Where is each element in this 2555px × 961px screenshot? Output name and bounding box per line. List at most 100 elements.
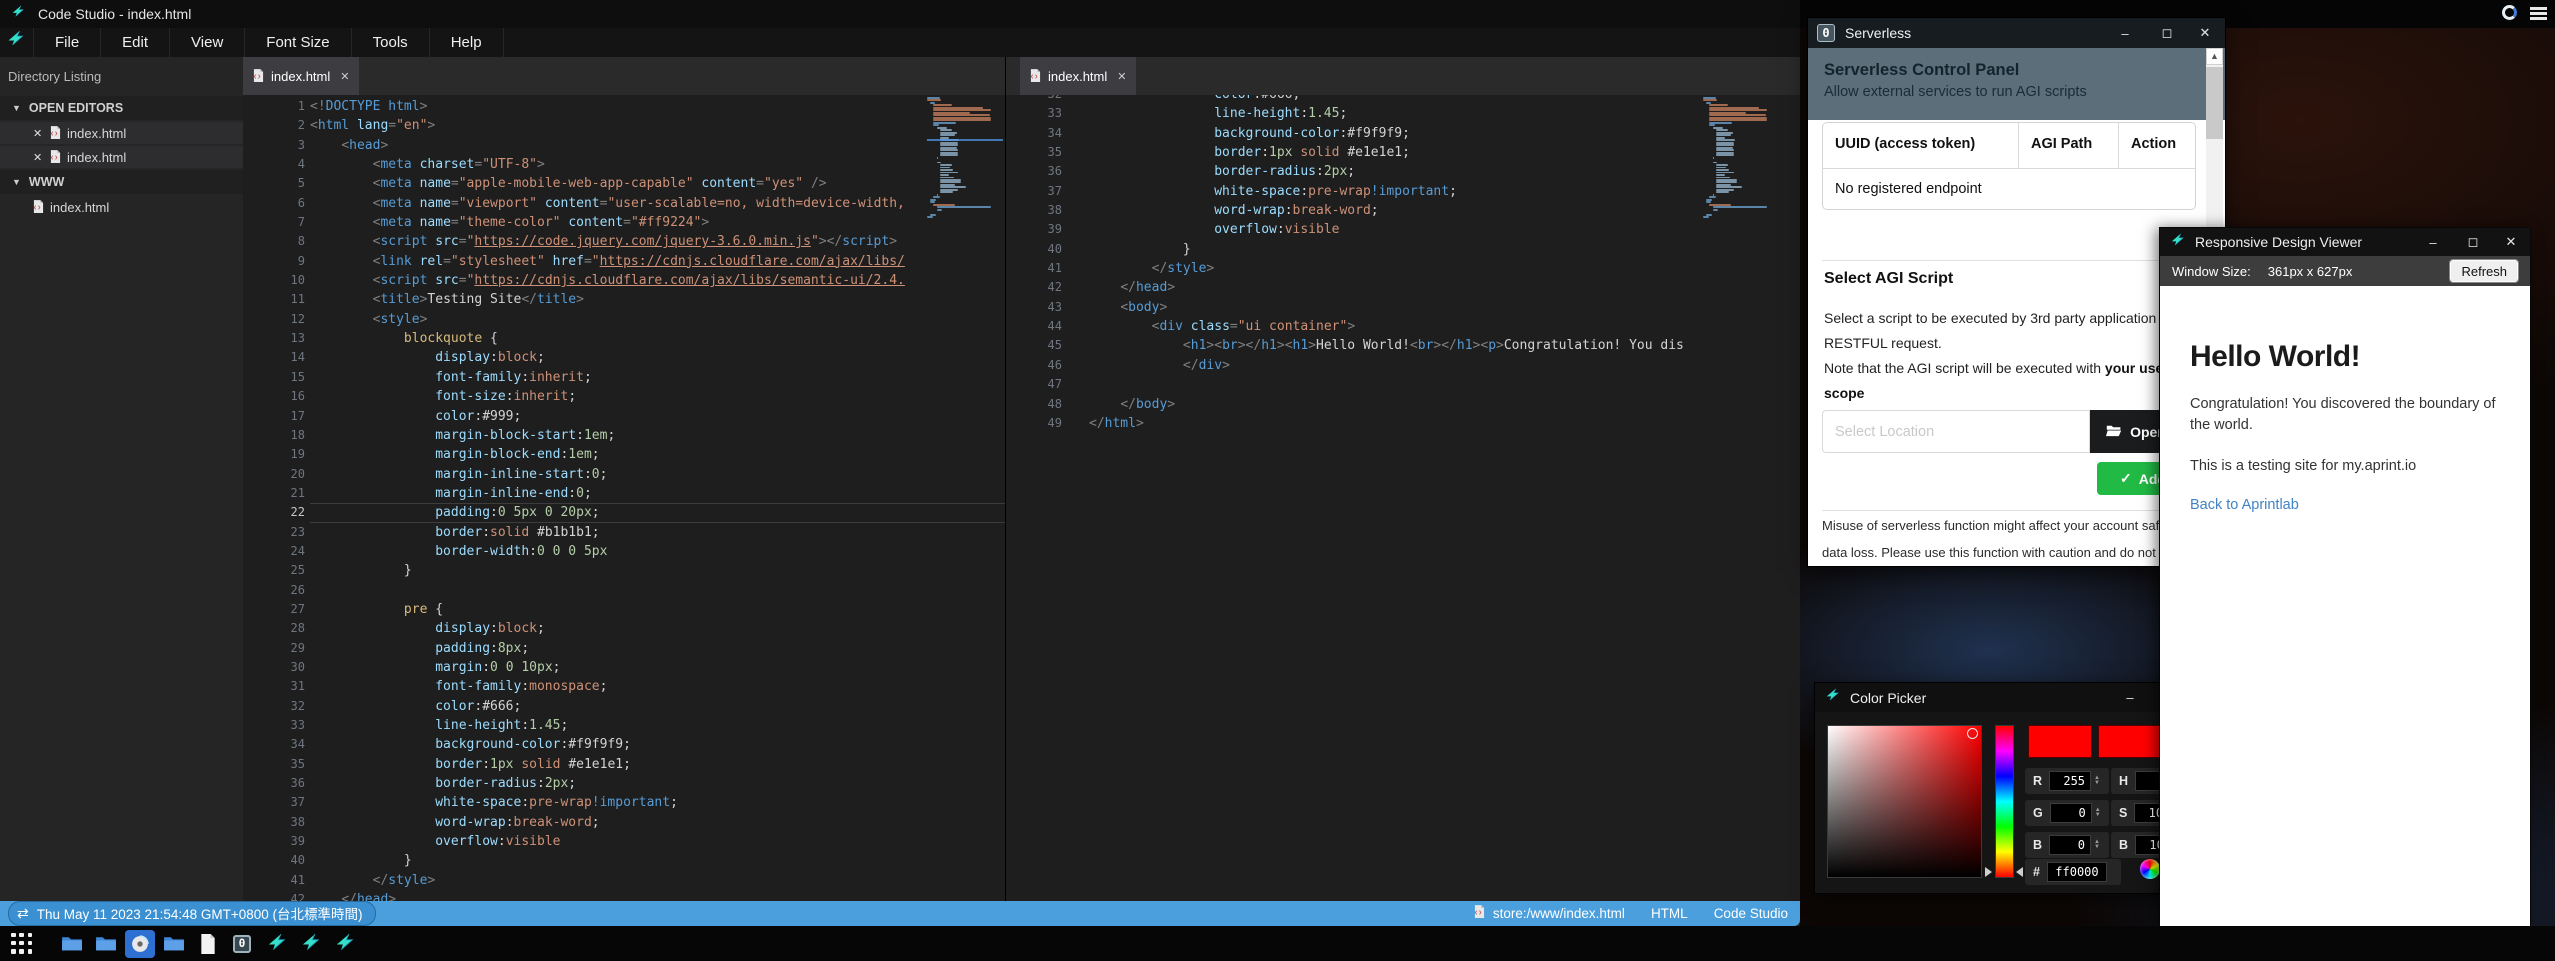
code-line[interactable]: margin-block-end:1em;: [310, 445, 1005, 464]
code-line[interactable]: overflow:visible: [310, 832, 1005, 851]
code-line[interactable]: <html lang="en">: [310, 116, 1005, 135]
code-line[interactable]: border-radius:2px;: [310, 774, 1005, 793]
code-line[interactable]: border:1px solid #e1e1e1;: [310, 755, 1005, 774]
code-line[interactable]: margin:0 0 10px;: [310, 658, 1005, 677]
code-line[interactable]: [1089, 375, 1800, 394]
editor-pane-2[interactable]: 323334353637383940414243444546474849 col…: [1006, 95, 1800, 901]
tab-index-html[interactable]: index.html ✕: [1020, 57, 1136, 95]
code-line[interactable]: font-family:inherit;: [310, 368, 1005, 387]
code-line[interactable]: line-height:1.45;: [1089, 104, 1800, 123]
code-line[interactable]: <meta name="viewport" content="user-scal…: [310, 194, 1005, 213]
close-icon[interactable]: ✕: [33, 151, 47, 164]
code-line[interactable]: </body>: [1089, 395, 1800, 414]
code-line[interactable]: <title>Testing Site</title>: [310, 290, 1005, 309]
code-line[interactable]: margin-inline-end:0;: [310, 484, 1005, 503]
code-line[interactable]: font-size:inherit;: [310, 387, 1005, 406]
code-line[interactable]: </html>: [1089, 414, 1800, 433]
taskbar-code-studio-icon[interactable]: [329, 930, 359, 958]
taskbar-disc-icon[interactable]: [125, 930, 155, 958]
hamburger-menu-icon[interactable]: [2530, 7, 2547, 20]
code-line[interactable]: <!DOCTYPE html>: [310, 97, 1005, 116]
menu-view[interactable]: View: [170, 28, 245, 57]
app-launcher-grid-icon[interactable]: [11, 933, 33, 955]
code-line[interactable]: <meta name="theme-color" content="#ff922…: [310, 213, 1005, 232]
code-line[interactable]: border:solid #b1b1b1;: [310, 523, 1005, 542]
code-line[interactable]: border-radius:2px;: [1089, 162, 1800, 181]
value-input[interactable]: 0: [2049, 835, 2091, 855]
sidebar-item-index.html[interactable]: ✕index.html: [0, 146, 243, 168]
hue-slider[interactable]: [1995, 725, 2014, 878]
minimap[interactable]: [927, 97, 1003, 219]
code-line[interactable]: display:block;: [310, 619, 1005, 638]
sidebar-item-index.html[interactable]: ✕index.html: [0, 122, 243, 144]
code-line[interactable]: blockquote {: [310, 329, 1005, 348]
code-line[interactable]: <div class="ui container">: [1089, 317, 1800, 336]
status-file-type[interactable]: HTML: [1651, 906, 1688, 921]
taskbar-code-studio-icon[interactable]: [295, 930, 325, 958]
refresh-button[interactable]: Refresh: [2450, 260, 2518, 282]
code-line[interactable]: <h1><br></h1><h1>Hello World!<br></h1><p…: [1089, 336, 1800, 355]
code-line[interactable]: }: [310, 561, 1005, 580]
code-line[interactable]: background-color:#f9f9f9;: [1089, 124, 1800, 143]
taskbar-code-studio-icon[interactable]: [261, 930, 291, 958]
hex-input[interactable]: ff0000: [2047, 862, 2107, 882]
code-line[interactable]: <head>: [310, 136, 1005, 155]
code-line[interactable]: [310, 581, 1005, 600]
value-input[interactable]: 255: [2049, 771, 2091, 791]
minimize-button[interactable]: –: [2110, 18, 2140, 48]
code-line[interactable]: <script src="https://code.jquery.com/jqu…: [310, 232, 1005, 251]
minimap[interactable]: [1703, 97, 1785, 219]
status-app-name[interactable]: Code Studio: [1714, 906, 1788, 921]
code-line[interactable]: <style>: [310, 310, 1005, 329]
taskbar-folder-icon[interactable]: [91, 930, 121, 958]
code-line[interactable]: word-wrap:break-word;: [310, 813, 1005, 832]
code-line[interactable]: white-space:pre-wrap!important;: [1089, 182, 1800, 201]
menu-help[interactable]: Help: [430, 28, 504, 57]
code-line[interactable]: padding:0 5px 0 20px;: [310, 503, 1005, 522]
code-line[interactable]: </head>: [1089, 278, 1800, 297]
code-line[interactable]: </style>: [310, 871, 1005, 890]
menu-font-size[interactable]: Font Size: [245, 28, 351, 57]
code-line[interactable]: <script src="https://cdnjs.cloudflare.co…: [310, 271, 1005, 290]
code-line[interactable]: border:1px solid #e1e1e1;: [1089, 143, 1800, 162]
menu-file[interactable]: File: [33, 28, 101, 57]
tab-index-html[interactable]: index.html ✕: [243, 57, 359, 95]
scroll-thumb[interactable]: [2206, 67, 2223, 139]
maximize-button[interactable]: ◻: [2458, 228, 2488, 256]
code-line[interactable]: display:block;: [310, 348, 1005, 367]
tab-close-icon[interactable]: ✕: [340, 70, 349, 83]
sidebar-section-www[interactable]: ▼WWW: [0, 170, 243, 194]
minimize-button[interactable]: –: [2115, 683, 2145, 712]
code-line[interactable]: <meta name="apple-mobile-web-app-capable…: [310, 174, 1005, 193]
status-datetime[interactable]: ⇄ Thu May 11 2023 21:54:48 GMT+0800 (台北標…: [8, 901, 376, 926]
code-line[interactable]: <body>: [1089, 298, 1800, 317]
code-line[interactable]: margin-inline-start:0;: [310, 465, 1005, 484]
code-line[interactable]: color:#666;: [310, 697, 1005, 716]
sidebar-item-index.html[interactable]: ✕index.html: [0, 196, 243, 218]
code-line[interactable]: pre {: [310, 600, 1005, 619]
hue-arrow-icon[interactable]: [2016, 867, 2023, 877]
code-line[interactable]: <meta charset="UTF-8">: [310, 155, 1005, 174]
code-line[interactable]: </style>: [1089, 259, 1800, 278]
editor-pane-1[interactable]: 1234567891011121314151617181920212223242…: [243, 95, 1005, 901]
code-line[interactable]: </head>: [310, 890, 1005, 901]
taskbar-document-icon[interactable]: [193, 930, 223, 958]
select-location-input[interactable]: [1822, 410, 2090, 453]
code-line[interactable]: color:#666;: [1089, 95, 1800, 104]
code-line[interactable]: word-wrap:break-word;: [1089, 201, 1800, 220]
code-line[interactable]: color:#999;: [310, 407, 1005, 426]
stepper-icon[interactable]: ▲▼: [2095, 808, 2101, 818]
back-link[interactable]: Back to Aprintlab: [2190, 497, 2500, 513]
close-button[interactable]: ✕: [2496, 228, 2526, 256]
code-line[interactable]: white-space:pre-wrap!important;: [310, 793, 1005, 812]
code-line[interactable]: </div>: [1089, 356, 1800, 375]
stepper-icon[interactable]: ▲▼: [2094, 840, 2100, 850]
taskbar-serverless-icon[interactable]: 0: [227, 930, 257, 958]
code-line[interactable]: line-height:1.45;: [310, 716, 1005, 735]
status-file-path[interactable]: store:/www/index.html: [1474, 905, 1625, 921]
menu-edit[interactable]: Edit: [101, 28, 170, 57]
color-cursor[interactable]: [1967, 728, 1978, 739]
code-line[interactable]: margin-block-start:1em;: [310, 426, 1005, 445]
menu-tools[interactable]: Tools: [352, 28, 430, 57]
code-line[interactable]: overflow:visible: [1089, 220, 1800, 239]
